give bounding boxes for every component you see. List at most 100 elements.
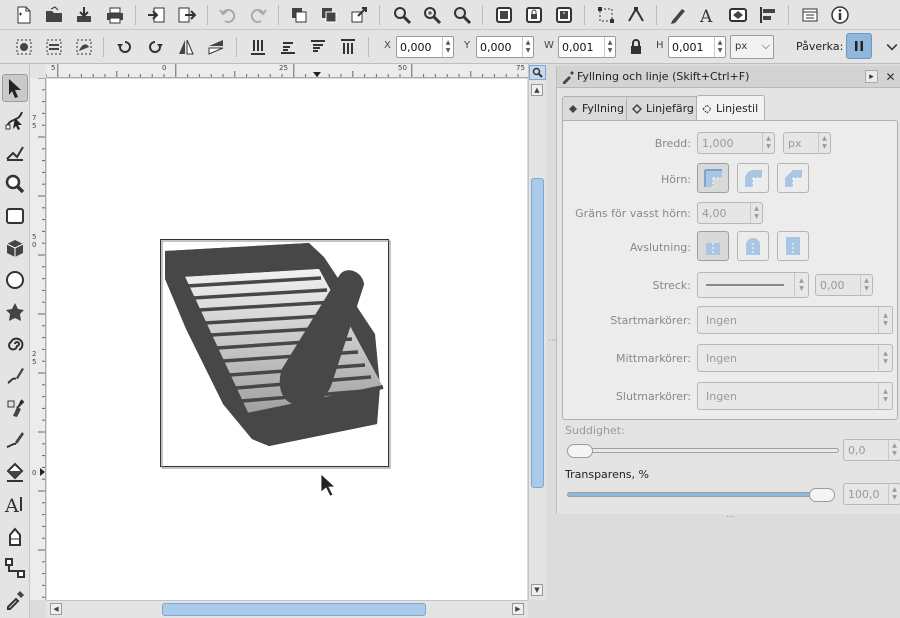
- y-spinbox[interactable]: ▲▼: [476, 36, 534, 58]
- info-icon[interactable]: [828, 3, 852, 27]
- toolbar-overflow-icon[interactable]: [884, 35, 900, 59]
- bevel-join-button[interactable]: [777, 163, 809, 193]
- w-spinbox[interactable]: ▲▼: [558, 36, 616, 58]
- horizontal-scrollbar[interactable]: ◀ ▶: [46, 600, 528, 618]
- zoom-correction-icon[interactable]: [529, 65, 546, 80]
- dash-pattern-select[interactable]: ▲ ▼: [697, 272, 809, 298]
- vertical-scrollbar[interactable]: ▲ ▼: [528, 64, 546, 600]
- 3d-box-tool-icon[interactable]: [2, 234, 28, 262]
- dock-splitter[interactable]: ⋮: [546, 64, 557, 618]
- export-icon[interactable]: [175, 3, 199, 27]
- pencil-tool-icon[interactable]: [2, 362, 28, 390]
- round-cap-button[interactable]: [737, 231, 769, 261]
- text-tool-icon[interactable]: A: [2, 490, 28, 518]
- miter-spin-arrows[interactable]: ▲ ▼: [750, 203, 762, 223]
- zoom-tool-icon[interactable]: [2, 170, 28, 198]
- open-document-icon[interactable]: [42, 3, 66, 27]
- star-tool-icon[interactable]: [2, 298, 28, 326]
- rotate-cw-icon[interactable]: [143, 35, 167, 59]
- unit-select[interactable]: px ⌵: [730, 35, 774, 59]
- raise-icon[interactable]: [306, 35, 330, 59]
- x-spin-arrows[interactable]: ▲ ▼: [442, 37, 453, 57]
- tweak-tool-icon[interactable]: [2, 138, 28, 166]
- clone-icon[interactable]: [317, 3, 341, 27]
- spray-tool-icon[interactable]: [2, 522, 28, 550]
- dock-iconify-icon[interactable]: ▸: [865, 70, 878, 83]
- h-spinbox[interactable]: ▲▼: [668, 36, 726, 58]
- lower-icon[interactable]: [276, 35, 300, 59]
- save-icon[interactable]: [72, 3, 96, 27]
- opacity-slider[interactable]: [567, 492, 835, 497]
- scroll-right-icon[interactable]: ▶: [512, 603, 524, 615]
- round-join-button[interactable]: [737, 163, 769, 193]
- lower-to-bottom-icon[interactable]: [246, 35, 270, 59]
- end-marker-arrows[interactable]: ▲ ▼: [878, 383, 892, 409]
- redo-icon[interactable]: [246, 3, 270, 27]
- blur-spin-arrows[interactable]: ▲ ▼: [888, 440, 900, 460]
- flip-horizontal-icon[interactable]: [174, 35, 198, 59]
- fill-stroke-icon[interactable]: [726, 3, 750, 27]
- miter-limit-spinbox[interactable]: 4,00 ▲ ▼: [697, 202, 763, 224]
- paint-bucket-tool-icon[interactable]: [2, 458, 28, 486]
- text-font-icon[interactable]: A: [696, 3, 720, 27]
- opacity-spinbox[interactable]: 100,0 ▲ ▼: [843, 483, 900, 505]
- zoom-selection-icon[interactable]: [420, 3, 444, 27]
- width-unit-arrows[interactable]: ▲ ▼: [818, 133, 830, 153]
- scroll-up-icon[interactable]: ▲: [531, 84, 543, 96]
- drawing-canvas[interactable]: [47, 79, 527, 600]
- w-spin-arrows[interactable]: ▲ ▼: [604, 37, 615, 57]
- start-marker-arrows[interactable]: ▲ ▼: [878, 307, 892, 333]
- horizontal-scroll-thumb[interactable]: [162, 603, 426, 616]
- xml-editor-icon[interactable]: [666, 3, 690, 27]
- spiral-tool-icon[interactable]: [2, 330, 28, 358]
- print-icon[interactable]: [103, 3, 127, 27]
- butt-cap-button[interactable]: [697, 231, 729, 261]
- group-icon[interactable]: [492, 3, 516, 27]
- zoom-icon[interactable]: [390, 3, 414, 27]
- lock-proportions-icon[interactable]: [624, 35, 648, 59]
- rectangle-tool-icon[interactable]: [2, 202, 28, 230]
- blur-spinbox[interactable]: 0,0 ▲ ▼: [843, 439, 900, 461]
- ungroup-icon[interactable]: [552, 3, 576, 27]
- unlink-clone-icon[interactable]: [347, 3, 371, 27]
- preferences-icon[interactable]: [798, 3, 822, 27]
- mid-marker-select[interactable]: Ingen ▲ ▼: [697, 344, 893, 372]
- end-marker-select[interactable]: Ingen ▲ ▼: [697, 382, 893, 410]
- snap-bbox-icon[interactable]: [594, 3, 618, 27]
- width-unit-select[interactable]: px ▲ ▼: [783, 132, 831, 154]
- pen-tool-icon[interactable]: [2, 394, 28, 422]
- dash-pattern-arrows[interactable]: ▲ ▼: [794, 273, 808, 297]
- node-tool-icon[interactable]: [2, 106, 28, 134]
- blur-slider-knob[interactable]: [567, 444, 593, 458]
- scroll-down-icon[interactable]: ▼: [531, 584, 543, 596]
- miter-join-button[interactable]: [697, 163, 729, 193]
- start-marker-select[interactable]: Ingen ▲ ▼: [697, 306, 893, 334]
- dropper-tool-icon[interactable]: [2, 586, 28, 614]
- dash-offset-spinbox[interactable]: 0,00 ▲ ▼: [815, 274, 873, 296]
- blur-slider[interactable]: [567, 448, 839, 453]
- flip-vertical-icon[interactable]: [204, 35, 228, 59]
- dash-offset-arrows[interactable]: ▲ ▼: [860, 275, 872, 295]
- width-spinbox[interactable]: 1,000 ▲ ▼: [697, 132, 775, 154]
- dock-resize-grip[interactable]: ⋯: [726, 512, 734, 521]
- opacity-slider-knob[interactable]: [809, 488, 835, 502]
- lock-icon[interactable]: [522, 3, 546, 27]
- scroll-left-icon[interactable]: ◀: [50, 603, 62, 615]
- zoom-drawing-icon[interactable]: [450, 3, 474, 27]
- deselect-icon[interactable]: [72, 35, 96, 59]
- mid-marker-arrows[interactable]: ▲ ▼: [878, 345, 892, 371]
- selector-tool-icon[interactable]: [2, 74, 28, 102]
- rotate-ccw-icon[interactable]: [113, 35, 137, 59]
- tab-fill[interactable]: Fyllning: [562, 96, 631, 120]
- tab-stroke-style[interactable]: Linjestil: [696, 95, 766, 121]
- dock-title-bar[interactable]: Fyllning och linje (Skift+Ctrl+F): [557, 66, 900, 88]
- select-all-icon[interactable]: [12, 35, 36, 59]
- raise-to-top-icon[interactable]: [336, 35, 360, 59]
- undo-icon[interactable]: [216, 3, 240, 27]
- square-cap-button[interactable]: [777, 231, 809, 261]
- import-icon[interactable]: [144, 3, 168, 27]
- affect-stroke-scale-button[interactable]: [846, 33, 872, 59]
- vertical-scroll-thumb[interactable]: [531, 178, 544, 488]
- new-document-icon[interactable]: [12, 3, 36, 27]
- width-spin-arrows[interactable]: ▲ ▼: [762, 133, 774, 153]
